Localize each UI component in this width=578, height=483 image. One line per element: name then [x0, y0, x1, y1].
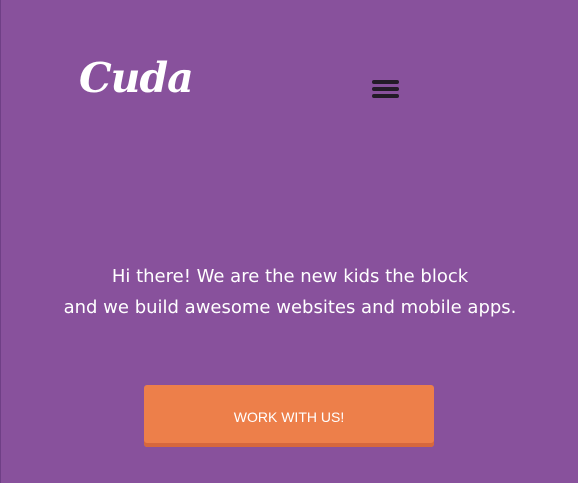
tagline-line-2: and we build awesome websites and mobile…: [63, 297, 517, 318]
menu-bar: [372, 80, 399, 84]
brand-logo[interactable]: Cuda: [79, 56, 194, 100]
work-with-us-button[interactable]: WORK WITH US!: [144, 385, 434, 447]
hero-tagline: Hi there! We are the new kids the block …: [1, 261, 578, 323]
tagline-line-1: Hi there! We are the new kids the block: [111, 266, 469, 287]
hero-section: Cuda Hi there! We are the new kids the b…: [0, 0, 578, 483]
hamburger-menu-icon[interactable]: [371, 78, 401, 102]
menu-bar: [372, 87, 399, 91]
menu-bar: [372, 94, 399, 98]
